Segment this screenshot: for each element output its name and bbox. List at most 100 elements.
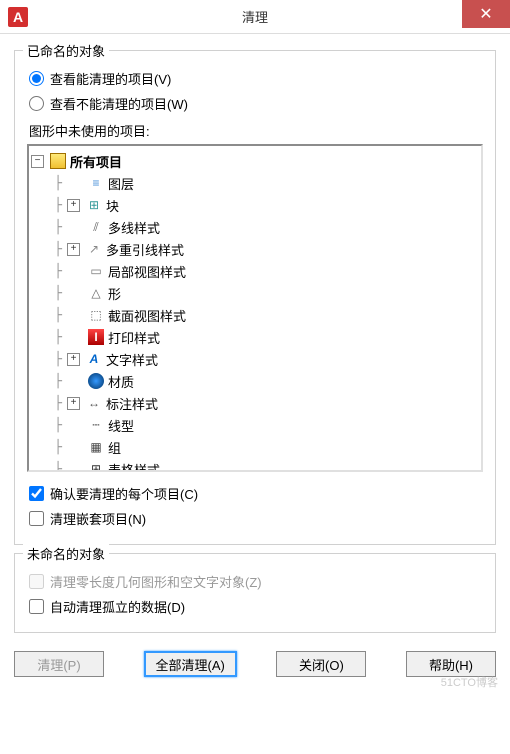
tree-item-label: 图层 xyxy=(108,174,134,193)
tree-item-label: 文字样式 xyxy=(106,350,158,369)
dim-icon xyxy=(86,395,102,411)
tree-line: ├ xyxy=(49,176,67,191)
expander-spacer xyxy=(67,287,82,300)
tree-item[interactable]: ├形 xyxy=(31,282,479,304)
title-bar: A 清理 ✕ xyxy=(0,0,510,34)
tree-item[interactable]: ├ 线型 xyxy=(31,414,479,436)
table-icon xyxy=(88,461,104,470)
zero-length-label: 清理零长度几何图形和空文字对象(Z) xyxy=(50,572,262,591)
tree-item[interactable]: ├+ 块 xyxy=(31,194,479,216)
tree-item-label: 多线样式 xyxy=(108,218,160,237)
unused-items-label: 图形中未使用的项目: xyxy=(29,121,481,140)
tree-line: ├ xyxy=(49,286,67,301)
expander-spacer xyxy=(67,265,82,278)
text-icon xyxy=(86,351,102,367)
tree-item[interactable]: ├ 局部视图样式 xyxy=(31,260,479,282)
expander-spacer xyxy=(67,309,82,322)
layers-icon xyxy=(88,175,104,191)
tree-item[interactable]: ├+ 文字样式 xyxy=(31,348,479,370)
zero-length-input xyxy=(29,574,44,589)
radio-view-purgeable-label: 查看能清理的项目(V) xyxy=(50,69,171,88)
mleader-icon xyxy=(86,241,102,257)
app-icon: A xyxy=(8,7,28,27)
tree-item[interactable]: ├+标注样式 xyxy=(31,392,479,414)
tree-item-label: 表格样式 xyxy=(108,460,160,471)
material-icon xyxy=(88,373,104,389)
orphan-data-label: 自动清理孤立的数据(D) xyxy=(50,597,185,616)
confirm-each-input[interactable] xyxy=(29,486,44,501)
tree-item-label: 线型 xyxy=(108,416,134,435)
radio-view-nonpurgeable[interactable]: 查看不能清理的项目(W) xyxy=(29,94,481,113)
unnamed-objects-group: 未命名的对象 清理零长度几何图形和空文字对象(Z) 自动清理孤立的数据(D) xyxy=(14,553,496,633)
named-objects-group: 已命名的对象 查看能清理的项目(V) 查看不能清理的项目(W) 图形中未使用的项… xyxy=(14,50,496,545)
tree-item-label: 组 xyxy=(108,438,121,457)
tree-item[interactable]: ├ 图层 xyxy=(31,172,479,194)
expander-icon[interactable]: + xyxy=(67,353,80,366)
tree-line: ├ xyxy=(49,352,67,367)
tree-line: ├ xyxy=(49,396,67,411)
tree-item[interactable]: ├ 材质 xyxy=(31,370,479,392)
radio-view-nonpurgeable-label: 查看不能清理的项目(W) xyxy=(50,94,188,113)
tree-item-label: 材质 xyxy=(108,372,134,391)
tree-line: ├ xyxy=(49,330,67,345)
tree-line: ├ xyxy=(49,440,67,455)
radio-view-purgeable-input[interactable] xyxy=(29,71,44,86)
tree-item-label: 截面视图样式 xyxy=(108,306,186,325)
tree-item-label: 局部视图样式 xyxy=(108,262,186,281)
tree-line: ├ xyxy=(49,198,67,213)
expander-spacer xyxy=(67,463,82,471)
expander-spacer xyxy=(67,375,82,388)
tree-root[interactable]: − 所有项目 xyxy=(31,150,479,172)
confirm-each-check[interactable]: 确认要清理的每个项目(C) xyxy=(29,484,481,503)
tree-item-label: 形 xyxy=(108,284,121,303)
tree-item[interactable]: ├截面视图样式 xyxy=(31,304,479,326)
shape-icon xyxy=(88,285,104,301)
expander-icon[interactable]: − xyxy=(31,155,44,168)
tree-item[interactable]: ├ 表格样式 xyxy=(31,458,479,470)
unnamed-objects-title: 未命名的对象 xyxy=(23,544,109,563)
orphan-data-check[interactable]: 自动清理孤立的数据(D) xyxy=(29,597,481,616)
tree-item[interactable]: ├组 xyxy=(31,436,479,458)
help-button[interactable]: 帮助(H) xyxy=(406,651,496,677)
tree-line: ├ xyxy=(49,242,67,257)
radio-view-purgeable[interactable]: 查看能清理的项目(V) xyxy=(29,69,481,88)
zero-length-check: 清理零长度几何图形和空文字对象(Z) xyxy=(29,572,481,591)
mline-icon xyxy=(88,219,104,235)
tree-root-label: 所有项目 xyxy=(70,152,122,171)
expander-spacer xyxy=(67,177,82,190)
expander-spacer xyxy=(67,441,82,454)
tree-line: ├ xyxy=(49,462,67,471)
button-row: 清理(P) 全部清理(A) 关闭(O) 帮助(H) xyxy=(0,641,510,691)
detail-icon xyxy=(88,263,104,279)
confirm-each-label: 确认要清理的每个项目(C) xyxy=(50,484,198,503)
purge-button: 清理(P) xyxy=(14,651,104,677)
tree-item[interactable]: ├ 打印样式 xyxy=(31,326,479,348)
tree-line: ├ xyxy=(49,220,67,235)
expander-icon[interactable]: + xyxy=(67,243,80,256)
nested-check[interactable]: 清理嵌套项目(N) xyxy=(29,509,481,528)
tree-item-label: 块 xyxy=(106,196,119,215)
orphan-data-input[interactable] xyxy=(29,599,44,614)
expander-icon[interactable]: + xyxy=(67,199,80,212)
ltype-icon xyxy=(88,417,104,433)
tree-line: ├ xyxy=(49,264,67,279)
section-icon xyxy=(88,307,104,323)
close-button[interactable]: ✕ xyxy=(462,0,510,28)
tree-item-label: 打印样式 xyxy=(108,328,160,347)
plot-icon xyxy=(88,329,104,345)
folder-icon xyxy=(50,153,66,169)
nested-input[interactable] xyxy=(29,511,44,526)
expander-icon[interactable]: + xyxy=(67,397,80,410)
tree-item[interactable]: ├ 多线样式 xyxy=(31,216,479,238)
tree-line: ├ xyxy=(49,418,67,433)
expander-spacer xyxy=(67,221,82,234)
close-dialog-button[interactable]: 关闭(O) xyxy=(276,651,366,677)
radio-view-nonpurgeable-input[interactable] xyxy=(29,96,44,111)
tree-line: ├ xyxy=(49,374,67,389)
named-objects-title: 已命名的对象 xyxy=(23,41,109,60)
expander-spacer xyxy=(67,331,82,344)
tree-item[interactable]: ├+多重引线样式 xyxy=(31,238,479,260)
tree-view[interactable]: −所有项目├图层├+块├多线样式├+多重引线样式├局部视图样式├形├截面视图样式… xyxy=(27,144,483,472)
purge-all-button[interactable]: 全部清理(A) xyxy=(144,651,237,677)
block-icon xyxy=(86,197,102,213)
